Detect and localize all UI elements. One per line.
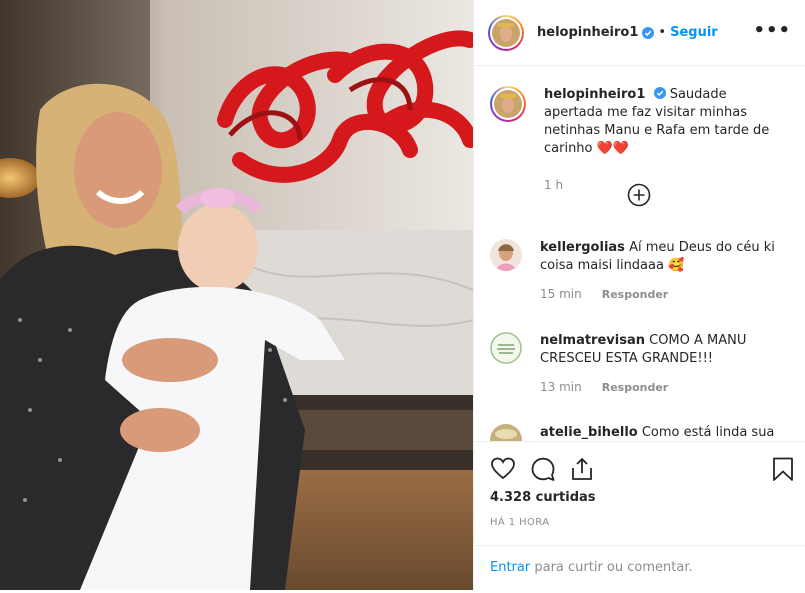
caption-username[interactable]: helopinheiro1 bbox=[544, 87, 645, 102]
author-username[interactable]: helopinheiro1 bbox=[537, 25, 638, 40]
plus-circle-icon[interactable] bbox=[627, 183, 651, 207]
comment-time[interactable]: 15 min bbox=[540, 287, 582, 301]
comment-username[interactable]: nelmatrevisan bbox=[540, 333, 645, 348]
caption-hearts: ❤️❤️ bbox=[596, 141, 630, 156]
post-side-panel: helopinheiro1 • Seguir ••• helopinheiro1… bbox=[473, 0, 805, 590]
share-icon[interactable] bbox=[569, 456, 595, 482]
heart-icon[interactable] bbox=[490, 456, 516, 482]
caption-author-avatar[interactable] bbox=[490, 86, 526, 122]
comment-emoji: 🥰 bbox=[668, 258, 685, 273]
caption-avatar-image bbox=[494, 90, 522, 118]
author-avatar[interactable] bbox=[488, 14, 524, 51]
photo-illustration bbox=[0, 0, 473, 590]
commenter-avatar[interactable] bbox=[490, 424, 522, 441]
reply-button[interactable]: Responder bbox=[602, 288, 669, 301]
login-prompt-text: para curtir ou comentar. bbox=[530, 560, 693, 575]
bookmark-icon[interactable] bbox=[770, 456, 796, 482]
comment-row: atelie_bihello Como está linda sua bbox=[490, 424, 784, 441]
commenter-avatar-image bbox=[490, 424, 522, 441]
follow-button[interactable]: Seguir bbox=[670, 25, 718, 40]
commenter-avatar[interactable] bbox=[490, 239, 522, 271]
comment-icon[interactable] bbox=[530, 456, 556, 482]
post-timestamp[interactable]: HÁ 1 HORA bbox=[490, 517, 549, 528]
comments-list[interactable]: helopinheiro1 Saudade apertada me faz vi… bbox=[474, 66, 805, 441]
comment-username[interactable]: kellergolias bbox=[540, 240, 625, 255]
more-options-icon[interactable]: ••• bbox=[753, 20, 791, 41]
comment-time[interactable]: 13 min bbox=[540, 380, 582, 394]
caption-verified-icon bbox=[653, 87, 666, 99]
commenter-avatar-image bbox=[490, 239, 522, 271]
verified-badge-icon bbox=[642, 26, 655, 39]
post-header: helopinheiro1 • Seguir ••• bbox=[474, 0, 805, 66]
comment-text: Como está linda sua bbox=[641, 425, 775, 440]
author-avatar-image bbox=[492, 18, 520, 47]
login-link[interactable]: Entrar bbox=[490, 560, 530, 575]
separator-dot: • bbox=[658, 25, 667, 40]
comment-username[interactable]: atelie_bihello bbox=[540, 425, 638, 440]
commenter-avatar-image bbox=[490, 332, 522, 364]
login-prompt: Entrar para curtir ou comentar. bbox=[474, 545, 805, 593]
reply-button[interactable]: Responder bbox=[602, 381, 669, 394]
likes-count[interactable]: 4.328 curtidas bbox=[490, 490, 596, 505]
caption-time[interactable]: 1 h bbox=[544, 178, 563, 192]
post-photo[interactable] bbox=[0, 0, 473, 590]
instagram-post-view: helopinheiro1 • Seguir ••• helopinheiro1… bbox=[0, 0, 805, 590]
comment-row: nelmatrevisan COMO A MANU CRESCEU ESTA G… bbox=[490, 332, 784, 397]
post-actions: 4.328 curtidas HÁ 1 HORA Entrar para cur… bbox=[474, 441, 805, 581]
caption-row: helopinheiro1 Saudade apertada me faz vi… bbox=[490, 86, 788, 194]
comment-row: kellergolias Aí meu Deus do céu ki coisa… bbox=[490, 239, 784, 304]
commenter-avatar[interactable] bbox=[490, 332, 522, 364]
